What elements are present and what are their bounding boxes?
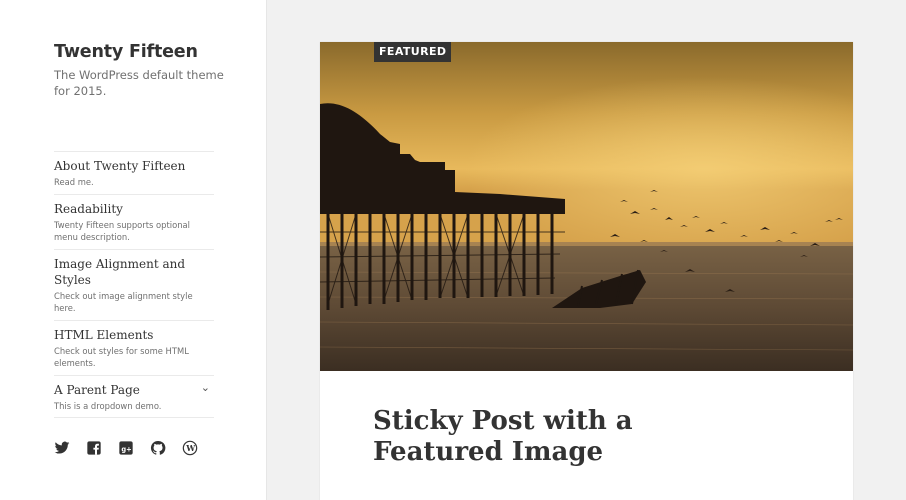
sidebar: Twenty Fifteen The WordPress default the… [0,0,267,500]
menu-item-about[interactable]: About Twenty Fifteen Read me. [54,152,214,195]
site-title[interactable]: Twenty Fifteen [54,42,198,62]
menu-item-description: Read me. [54,177,94,187]
featured-image[interactable] [320,42,853,371]
featured-badge: FEATURED [374,42,452,62]
menu-item-label[interactable]: Image Alignment and Styles [54,256,214,288]
menu-item-description: This is a dropdown demo. [54,400,162,411]
site-description: The WordPress default theme for 2015. [54,68,224,98]
svg-text:W: W [185,443,196,453]
menu-item-description: Twenty Fifteen supports optional menu de… [54,219,190,243]
post-title[interactable]: Sticky Post with a Featured Image [373,406,673,468]
sticky-post: FEATURED Sticky Post with a Featured Ima… [320,42,853,500]
google-plus-icon[interactable]: g+ [118,440,134,456]
menu-item-label[interactable]: About Twenty Fifteen [54,158,214,174]
svg-text:g+: g+ [121,445,131,453]
menu-item-description: Check out styles for some HTML elements. [54,345,189,369]
chevron-down-icon[interactable]: ⌄ [201,381,210,394]
menu-item-label[interactable]: Readability [54,201,214,217]
menu-item-readability[interactable]: Readability Twenty Fifteen supports opti… [54,195,214,250]
twitter-icon[interactable] [54,440,70,456]
menu-item-description: Check out image alignment style here. [54,290,193,314]
main-menu: About Twenty Fifteen Read me. Readabilit… [54,151,214,418]
social-links: g+ W [54,440,198,456]
menu-item-label[interactable]: A Parent Page [54,382,214,398]
menu-item-label[interactable]: HTML Elements [54,327,214,343]
menu-item-image-alignment[interactable]: Image Alignment and Styles Check out ima… [54,250,214,321]
menu-item-html-elements[interactable]: HTML Elements Check out styles for some … [54,321,214,376]
github-icon[interactable] [150,440,166,456]
facebook-icon[interactable] [86,440,102,456]
menu-item-parent-page[interactable]: A Parent Page ⌄ This is a dropdown demo. [54,376,214,418]
wordpress-icon[interactable]: W [182,440,198,456]
